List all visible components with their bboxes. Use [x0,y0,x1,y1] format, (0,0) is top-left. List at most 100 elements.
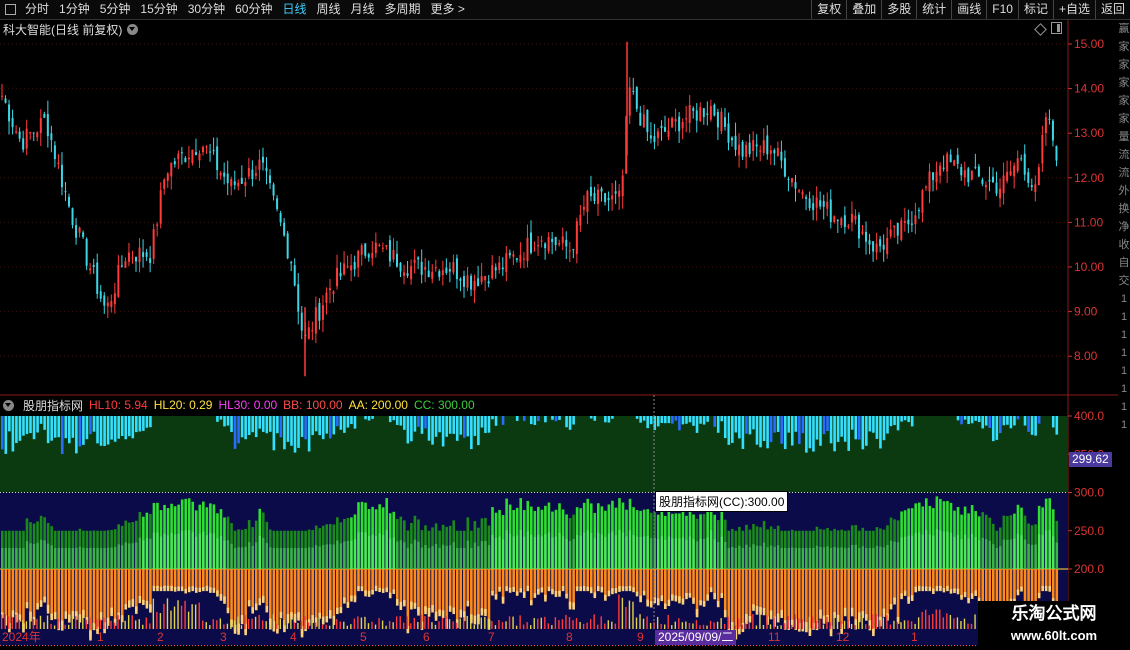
indicator-lightgreen-bar [685,539,688,569]
indicator-orange-bar [57,569,61,628]
indicator-lightgreen-bar [29,543,32,569]
volume-bar [924,609,927,629]
indicator-cyan-bar [1013,416,1016,426]
volume-bar [748,623,751,629]
volume-bar [29,617,31,629]
indicator-orange-bar [597,569,600,589]
candle-body [808,198,811,209]
candle-body [537,245,540,247]
volume-bar [879,620,881,629]
candle-body [219,172,222,176]
candle-body [237,182,240,187]
volume-bar [946,613,948,629]
candle-body [85,238,88,266]
candle-body [769,150,772,154]
indicator-orange-bar [290,569,293,617]
candle-body [39,118,42,134]
indicator-orange-bar [427,569,431,614]
volume-bar [156,611,158,629]
indicator-lightgreen-bar [586,530,590,569]
volume-bar [614,623,617,629]
indicator-yellow-tip [410,601,413,610]
volume-bar [272,614,274,629]
indicator-cyan-bar [22,416,25,436]
indicator-param-5: CC: 300.00 [413,398,475,412]
indicator-cyan-bar [452,416,456,434]
candle-body [963,170,966,178]
candle-body [773,150,776,154]
indicator-cyan-bar [135,416,138,433]
candle-body [706,113,709,115]
indicator-orange-bar [487,569,491,627]
indicator-cyan-bar [805,416,808,453]
indicator-lightgreen-bar [477,546,480,569]
candle-body [720,111,723,132]
indicator-lightgreen-bar [808,547,812,569]
candle-body [649,135,652,139]
indicator-orange-bar [565,569,568,596]
indicator-yellow-tip [780,609,783,618]
indicator-cyan-bar [759,416,762,448]
main-chart-canvas[interactable]: 15.0014.0013.0012.0011.0010.009.008.0040… [0,0,1130,650]
indicator-cyan-bar [459,416,463,435]
indicator-orange-bar [755,569,759,612]
candle-body [582,206,585,210]
indicator-orange-bar [558,569,561,594]
indicator-orange-bar [695,569,699,615]
indicator-yellow-tip [297,612,300,621]
volume-bar [498,620,500,629]
indicator-lightgreen-bar [212,533,216,569]
volume-bar [798,618,800,629]
indicator-cyan-bar [558,416,561,420]
indicator-lightgreen-bar [438,547,441,569]
candle-body [565,239,568,247]
indicator-lightgreen-bar [360,532,364,569]
volume-bar [953,618,955,629]
volume-bar [283,620,285,629]
candle-body [896,222,899,236]
indicator-cyan-bar [307,416,311,452]
candle-body [681,122,684,129]
indicator-orange-bar [149,569,152,610]
indicator-orange-bar [664,569,667,607]
indicator-orange-bar [332,569,336,622]
date-tick-9: 9 [637,630,644,644]
indicator-cyan-bar [43,416,46,430]
indicator-orange-bar [452,569,456,612]
candle-body [194,152,197,156]
date-tick-4: 4 [290,630,297,644]
indicator-cyan-bar [321,416,325,440]
indicator-lightgreen-bar [184,530,187,569]
indicator-cyan-bar [304,416,307,440]
candle-body [261,156,264,163]
volume-bar [632,601,634,629]
volume-bar [903,620,906,629]
candle-body [25,128,28,149]
indicator-cyan-bar [410,416,413,442]
volume-bar [39,615,42,629]
indicator-yellow-tip [939,585,942,592]
indicator-orange-bar [1016,569,1020,593]
volume-bar [787,615,789,629]
candle-body [614,191,617,194]
indicator-lightgreen-bar [917,532,921,569]
date-tick-5: 5 [360,630,367,644]
indicator-cyan-bar [484,416,487,433]
candle-body [441,270,444,276]
indicator-orange-bar [261,569,265,600]
indicator-lightgreen-bar [321,545,325,569]
indicator-orange-bar [512,569,515,589]
volume-bar [113,622,116,629]
indicator-yellow-tip [692,597,695,604]
side-char-0: 赢 [1118,23,1130,35]
indicator-orange-bar [399,569,403,607]
indicator-lightgreen-bar [431,546,434,569]
candle-body [678,116,681,132]
indicator-lightgreen-bar [738,545,741,569]
indicator-dropdown-icon[interactable] [3,399,14,411]
indicator-cyan-bar [343,416,346,433]
indicator-orange-bar [611,569,614,592]
volume-bar [399,616,401,629]
volume-bar [1,614,3,629]
indicator-cyan-bar [635,416,639,419]
